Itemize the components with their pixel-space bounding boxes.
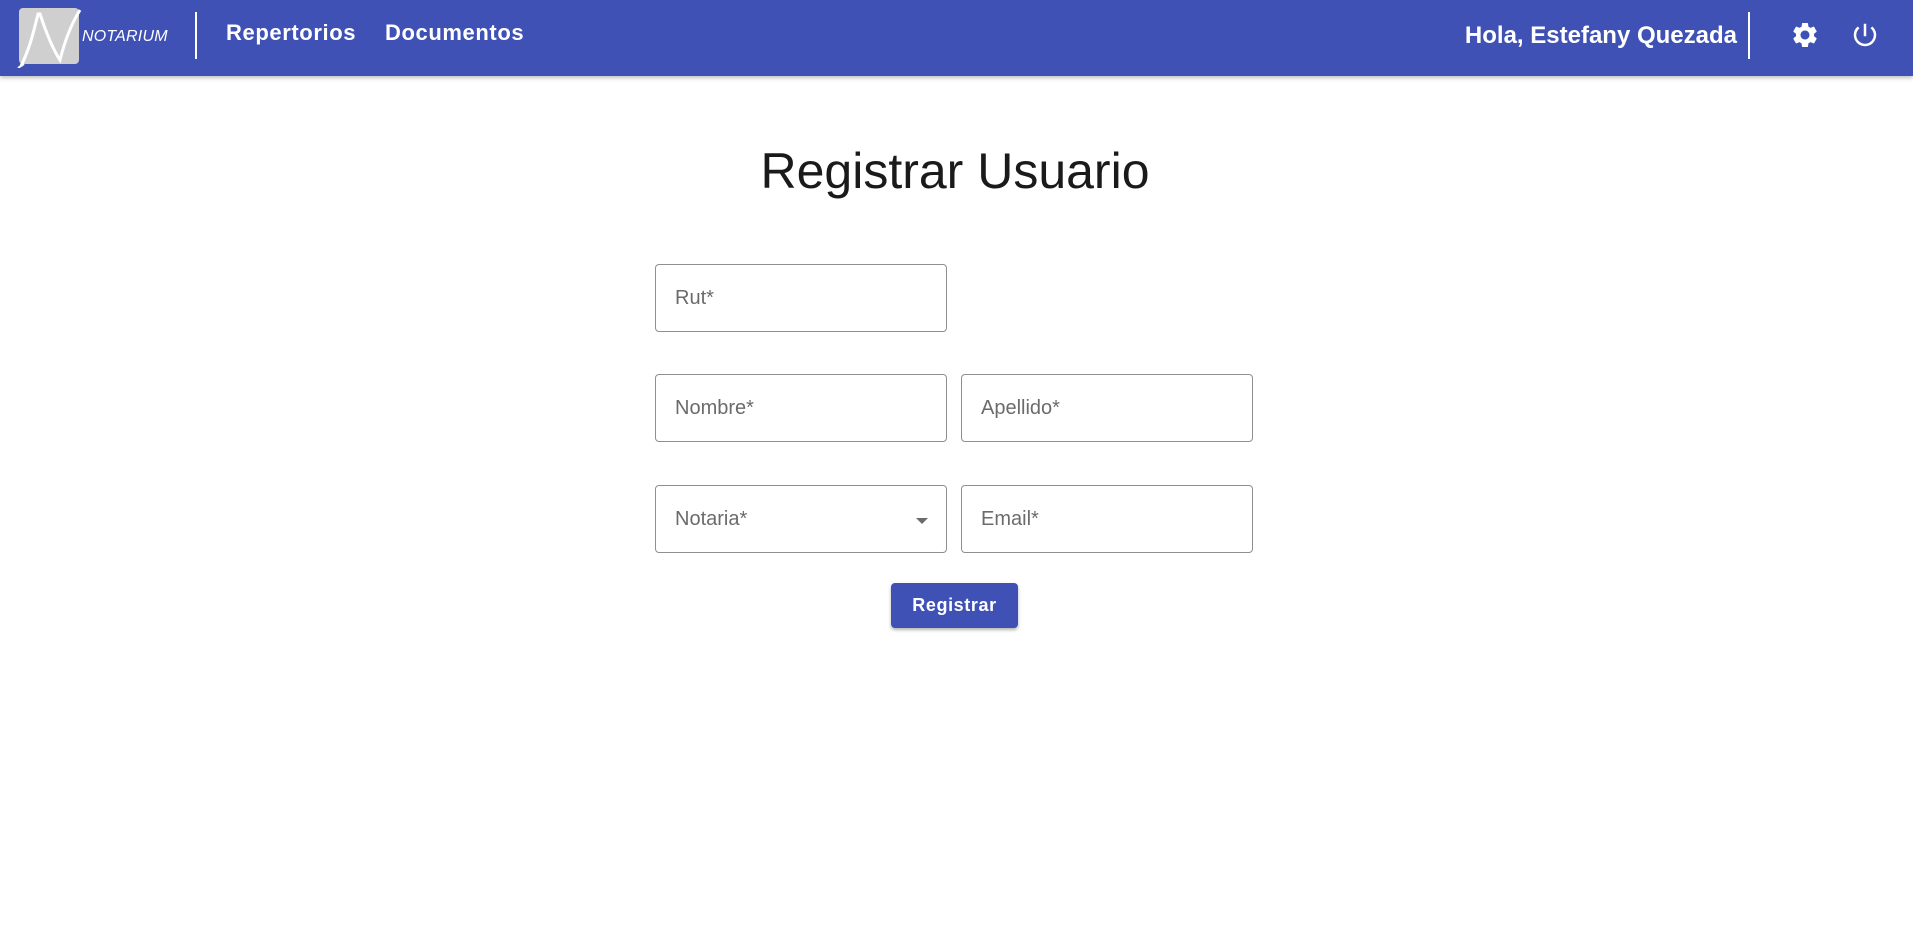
page-title: Registrar Usuario (760, 143, 1150, 199)
apellido-field[interactable] (961, 374, 1253, 442)
dropdown-arrow-icon (916, 518, 928, 524)
nav-link-documentos[interactable]: Documentos (385, 20, 524, 46)
logo-text: NOTARIUM (82, 28, 168, 45)
header-divider-right (1748, 12, 1750, 59)
notarium-logo[interactable]: NOTARIUM (16, 8, 176, 68)
registrar-button[interactable]: Registrar (891, 583, 1018, 628)
settings-button[interactable] (1788, 18, 1822, 52)
user-greeting: Hola, Estefany Quezada (1464, 22, 1737, 49)
nombre-field[interactable] (655, 374, 947, 442)
power-icon (1853, 23, 1877, 47)
notaria-select-label: Notaria* (675, 508, 748, 530)
rut-field[interactable] (655, 264, 947, 332)
top-app-bar: NOTARIUM Repertorios Documentos Hola, Es… (0, 0, 1913, 76)
apellido-input[interactable] (962, 375, 1252, 441)
email-field[interactable] (961, 485, 1253, 553)
header-divider (195, 12, 197, 59)
nav-link-repertorios[interactable]: Repertorios (226, 20, 356, 46)
email-input[interactable] (962, 486, 1252, 552)
logo-n-icon (17, 9, 82, 68)
notaria-select[interactable]: Notaria* (655, 485, 947, 553)
gear-icon (1793, 22, 1817, 47)
rut-input[interactable] (656, 265, 946, 331)
logout-button[interactable] (1848, 18, 1882, 52)
nombre-input[interactable] (656, 375, 946, 441)
